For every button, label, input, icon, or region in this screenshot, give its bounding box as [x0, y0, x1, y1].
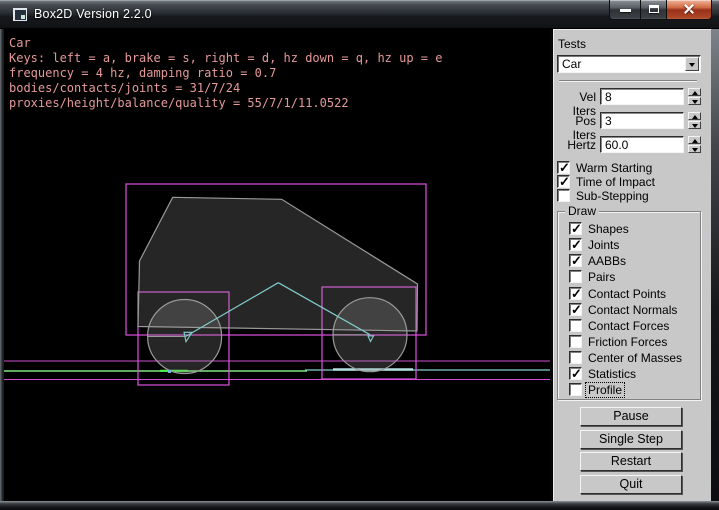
maximize-icon [649, 5, 659, 13]
title-bar[interactable]: Box2D Version 2.2.0 [0, 0, 719, 29]
joints-box[interactable] [569, 238, 582, 251]
vel-iters-stepper [688, 88, 701, 105]
aabbs-label: AABBs [588, 254, 626, 268]
pos-iters-stepper [688, 112, 701, 129]
proxy-stats-text: proxies/height/balance/quality = 55/7/1/… [9, 96, 349, 111]
app-icon [13, 8, 27, 21]
contact-normals-label: Contact Normals [588, 303, 677, 317]
warm-starting-box[interactable] [557, 161, 570, 174]
time-of-impact-box[interactable] [557, 175, 570, 188]
time-of-impact-label: Time of Impact [576, 175, 655, 189]
close-button[interactable] [667, 0, 712, 20]
hertz-row: Hertz 60.0 [554, 136, 712, 153]
sub-stepping-label: Sub-Stepping [576, 189, 649, 203]
warm-starting-label: Warm Starting [576, 161, 652, 175]
statistics-box[interactable] [569, 367, 582, 380]
quit-button[interactable]: Quit [580, 475, 682, 494]
pos-iters-field[interactable]: 3 [600, 112, 684, 129]
vel-iters-up-button[interactable] [688, 88, 701, 96]
pos-iters-up-button[interactable] [688, 112, 701, 120]
restart-button[interactable]: Restart [580, 452, 682, 471]
center-of-masses-box[interactable] [569, 351, 582, 364]
vel-iters-row: Vel Iters 8 [554, 88, 712, 105]
test-select-dropdown[interactable]: Car [557, 55, 701, 73]
pairs-label: Pairs [588, 270, 615, 284]
profile-box[interactable] [569, 383, 582, 396]
app-window: Box2D Version 2.2.0 [0, 0, 719, 510]
pause-button[interactable]: Pause [580, 407, 682, 426]
joints-label: Joints [588, 238, 619, 252]
hertz-stepper [688, 136, 701, 153]
hertz-field[interactable]: 60.0 [600, 136, 684, 153]
window-title: Box2D Version 2.2.0 [34, 7, 152, 21]
vel-iters-value: 8 [605, 90, 612, 104]
shapes-label: Shapes [588, 222, 629, 236]
body-stats-text: bodies/contacts/joints = 31/7/24 [9, 81, 240, 96]
frequency-text: frequency = 4 hz, damping ratio = 0.7 [9, 66, 276, 81]
hertz-label: Hertz [554, 138, 596, 152]
draw-group-label: Draw [565, 204, 599, 218]
keys-help-text: Keys: left = a, brake = s, right = d, hz… [9, 51, 442, 66]
pairs-box[interactable] [569, 270, 582, 283]
pos-iters-value: 3 [605, 114, 612, 128]
statistics-label: Statistics [588, 367, 636, 381]
separator [559, 80, 697, 82]
close-icon [683, 3, 695, 15]
contact-normals-box[interactable] [569, 303, 582, 316]
minimize-button[interactable] [609, 0, 640, 20]
center-of-masses-label: Center of Masses [588, 351, 682, 365]
contact-points-label: Contact Points [588, 287, 666, 301]
contact-points-box[interactable] [569, 287, 582, 300]
caption-buttons [609, 0, 712, 20]
maximize-button[interactable] [640, 0, 667, 20]
tests-label: Tests [558, 37, 586, 51]
hertz-up-button[interactable] [688, 136, 701, 144]
pos-iters-down-button[interactable] [688, 121, 701, 129]
friction-forces-label: Friction Forces [588, 335, 667, 349]
contact-forces-box[interactable] [569, 319, 582, 332]
test-title-text: Car [9, 36, 31, 51]
test-select-value: Car [562, 57, 581, 71]
vel-iters-field[interactable]: 8 [600, 88, 684, 105]
aabbs-box[interactable] [569, 254, 582, 267]
vel-iters-down-button[interactable] [688, 97, 701, 105]
profile-label: Profile [586, 383, 624, 397]
window-frame-right [711, 29, 719, 501]
dropdown-arrow-button[interactable] [685, 57, 699, 71]
friction-forces-box[interactable] [569, 335, 582, 348]
shapes-box[interactable] [569, 222, 582, 235]
hertz-value: 60.0 [605, 138, 628, 152]
hertz-down-button[interactable] [688, 145, 701, 153]
minimize-icon [620, 9, 631, 12]
window-frame-bottom [0, 501, 719, 510]
control-panel: Tests Car Vel Iters 8 Pos Iters 3 [553, 29, 711, 501]
draw-groupbox: Draw Shapes Joints AABBs Pairs Contact P… [557, 211, 701, 400]
pos-iters-row: Pos Iters 3 [554, 112, 712, 129]
contact-forces-label: Contact Forces [588, 319, 669, 333]
simulation-canvas[interactable]: Car Keys: left = a, brake = s, right = d… [4, 29, 550, 501]
single-step-button[interactable]: Single Step [580, 430, 682, 449]
sub-stepping-box[interactable] [557, 189, 570, 202]
contact-point-dot [168, 370, 171, 373]
